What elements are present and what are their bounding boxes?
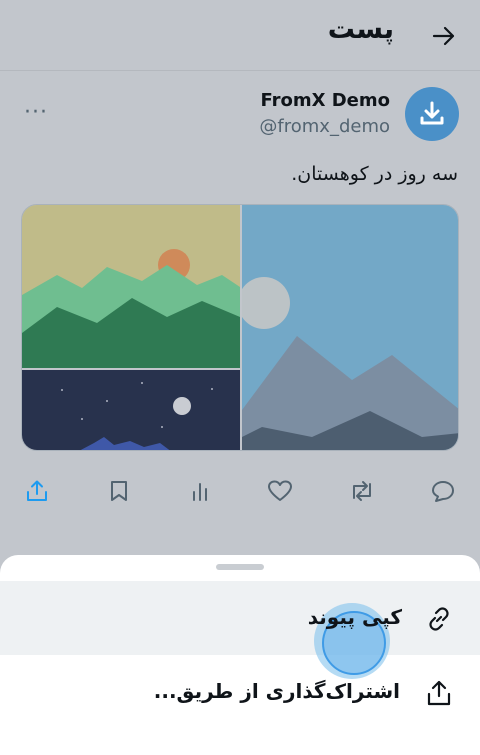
link-icon (429, 607, 449, 631)
share-icon (27, 480, 47, 501)
arrow-right-icon (432, 26, 455, 46)
share-via-label: اشتراک‌گذاری از طریق... (153, 679, 400, 703)
like-button[interactable] (265, 476, 295, 506)
post-text: سه روز در کوهستان. (291, 163, 458, 185)
bookmark-icon (111, 481, 127, 501)
more-options-button[interactable]: ··· (24, 100, 48, 125)
repost-icon (353, 481, 371, 501)
reply-button[interactable] (428, 476, 458, 506)
post-screen: پست FromX Demo @fromx_demo ··· سه روز در… (0, 0, 480, 755)
repost-button[interactable] (347, 476, 377, 506)
post-actions (0, 476, 480, 514)
sheet-drag-handle[interactable] (216, 564, 264, 570)
copy-link-label: کپی پیوند (307, 605, 402, 629)
page-title: پست (327, 14, 394, 45)
share-button[interactable] (22, 476, 52, 506)
download-icon (420, 101, 444, 125)
share-via-menu-item[interactable]: اشتراک‌گذاری از طریق... (0, 655, 480, 729)
views-button[interactable] (185, 476, 215, 506)
image-lake-mountains[interactable] (238, 205, 459, 451)
views-icon (193, 483, 207, 501)
top-bar: پست (0, 0, 480, 71)
reply-icon (432, 481, 454, 502)
share-sheet: کپی پیوند اشتراک‌گذاری از طریق... (0, 555, 480, 755)
author-name[interactable]: FromX Demo (260, 90, 390, 111)
bookmark-button[interactable] (104, 476, 134, 506)
copy-link-menu-item[interactable]: کپی پیوند (0, 581, 480, 679)
image-sunset-mountains[interactable] (22, 205, 240, 368)
media-grid (21, 204, 459, 451)
share-icon (427, 680, 451, 706)
image-night-sky[interactable] (22, 370, 240, 451)
author-handle[interactable]: @fromx_demo (259, 116, 390, 137)
link-icon-wrap (424, 604, 454, 634)
avatar[interactable] (405, 87, 459, 141)
back-button[interactable] (430, 22, 458, 50)
like-icon (268, 480, 292, 501)
share-icon-wrap (424, 678, 454, 708)
